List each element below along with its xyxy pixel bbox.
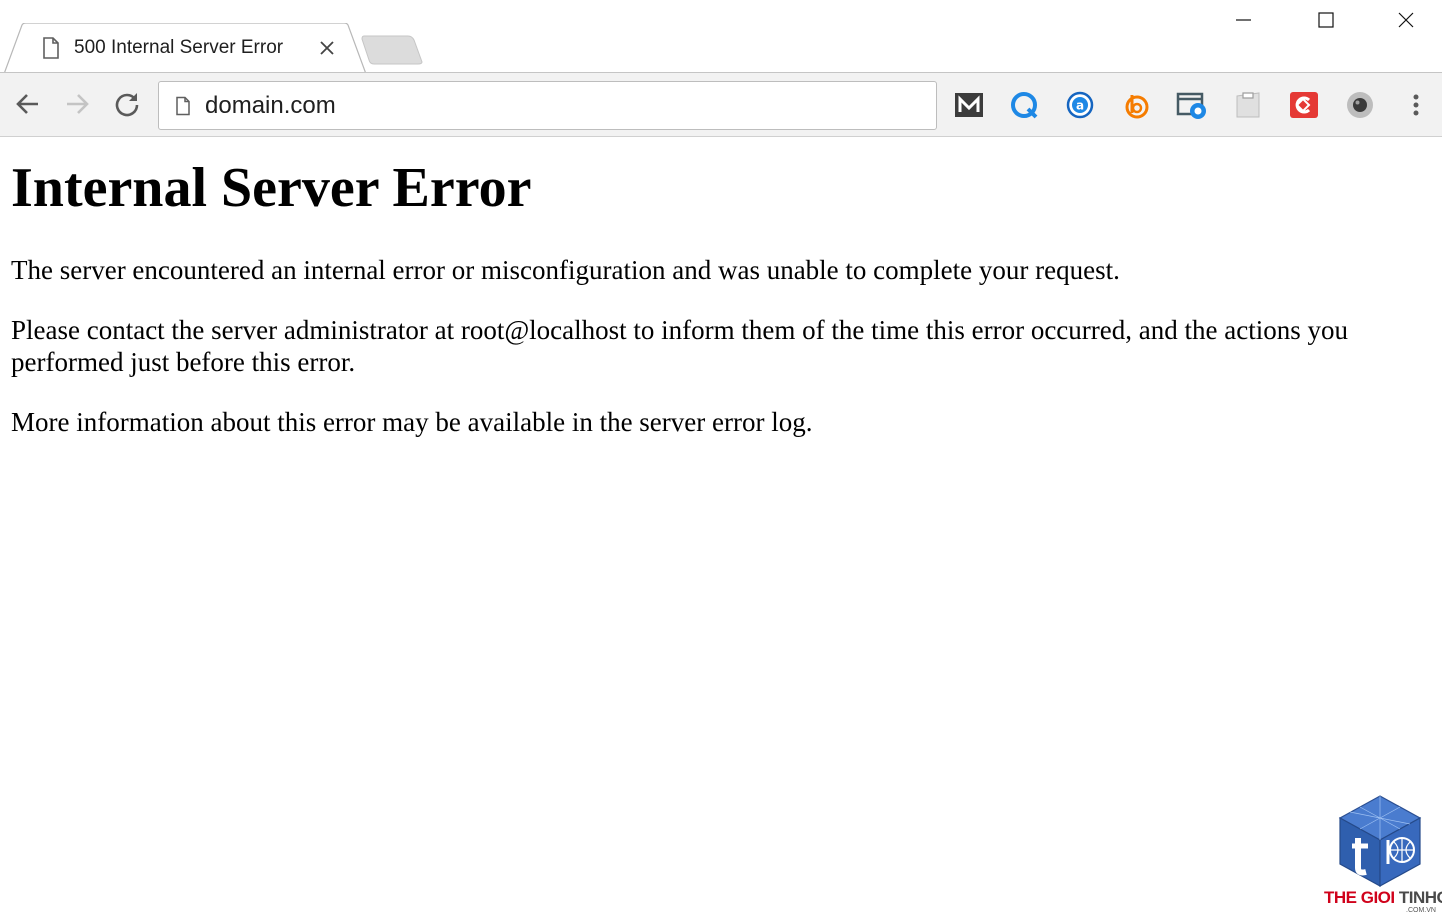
forward-arrow-icon [67, 94, 89, 114]
url-text: domain.com [205, 92, 336, 119]
minimize-icon [1236, 19, 1251, 21]
address-bar[interactable]: domain.com [158, 81, 937, 130]
tab-title: 500 Internal Server Error [74, 37, 284, 58]
c-extension-icon [1290, 92, 1318, 118]
a-extension-button[interactable]: a [1064, 89, 1096, 121]
minimize-button[interactable] [1204, 0, 1284, 40]
browser-tab[interactable]: 500 Internal Server Error [4, 23, 368, 75]
error-log-message: More information about this error may be… [11, 407, 813, 437]
close-icon [1398, 12, 1414, 28]
camera-extension-button[interactable] [1176, 89, 1208, 121]
svg-text:a: a [1076, 99, 1084, 113]
title-bar: 500 Internal Server Error [0, 0, 1442, 75]
maximize-icon [1318, 12, 1334, 28]
b-extension-icon [1125, 95, 1149, 119]
record-extension-icon [1347, 92, 1373, 118]
page-icon [176, 96, 190, 116]
forward-button[interactable] [60, 87, 94, 121]
q-extension-icon [1011, 92, 1038, 119]
watermark: THE GIOI TINHOC .COM.VN [1318, 794, 1442, 918]
camera-extension-icon [1176, 92, 1206, 119]
back-button[interactable] [11, 87, 45, 121]
clipboard-extension-button[interactable] [1232, 89, 1264, 121]
reload-button[interactable] [110, 87, 144, 121]
new-tab-button[interactable] [360, 34, 424, 66]
watermark-cube-logo [1338, 795, 1422, 888]
toolbar: domain.com a [0, 73, 1442, 137]
clipboard-extension-icon [1236, 92, 1260, 118]
q-extension-button[interactable] [1008, 89, 1040, 121]
page-title: Internal Server Error [11, 157, 532, 219]
browser-menu-button[interactable] [1404, 89, 1428, 121]
a-extension-icon: a [1066, 91, 1094, 119]
close-tab-icon[interactable] [318, 39, 336, 57]
b-extension-button[interactable] [1120, 89, 1152, 121]
error-description: The server encountered an internal error… [11, 255, 1120, 285]
page-icon [43, 37, 59, 59]
close-window-button[interactable] [1366, 0, 1442, 40]
reload-icon [115, 93, 139, 117]
m-extension-button[interactable] [953, 89, 985, 121]
back-arrow-icon [16, 94, 38, 114]
m-extension-icon [955, 93, 983, 117]
contact-admin-message: Please contact the server administrator … [11, 315, 1348, 377]
more-vertical-icon [1413, 94, 1419, 116]
watermark-domain: .COM.VN [1406, 907, 1436, 914]
record-extension-button[interactable] [1344, 89, 1376, 121]
watermark-brand: THE GIOI TINHOC [1324, 888, 1442, 907]
c-extension-button[interactable] [1288, 89, 1320, 121]
maximize-button[interactable] [1286, 0, 1366, 40]
